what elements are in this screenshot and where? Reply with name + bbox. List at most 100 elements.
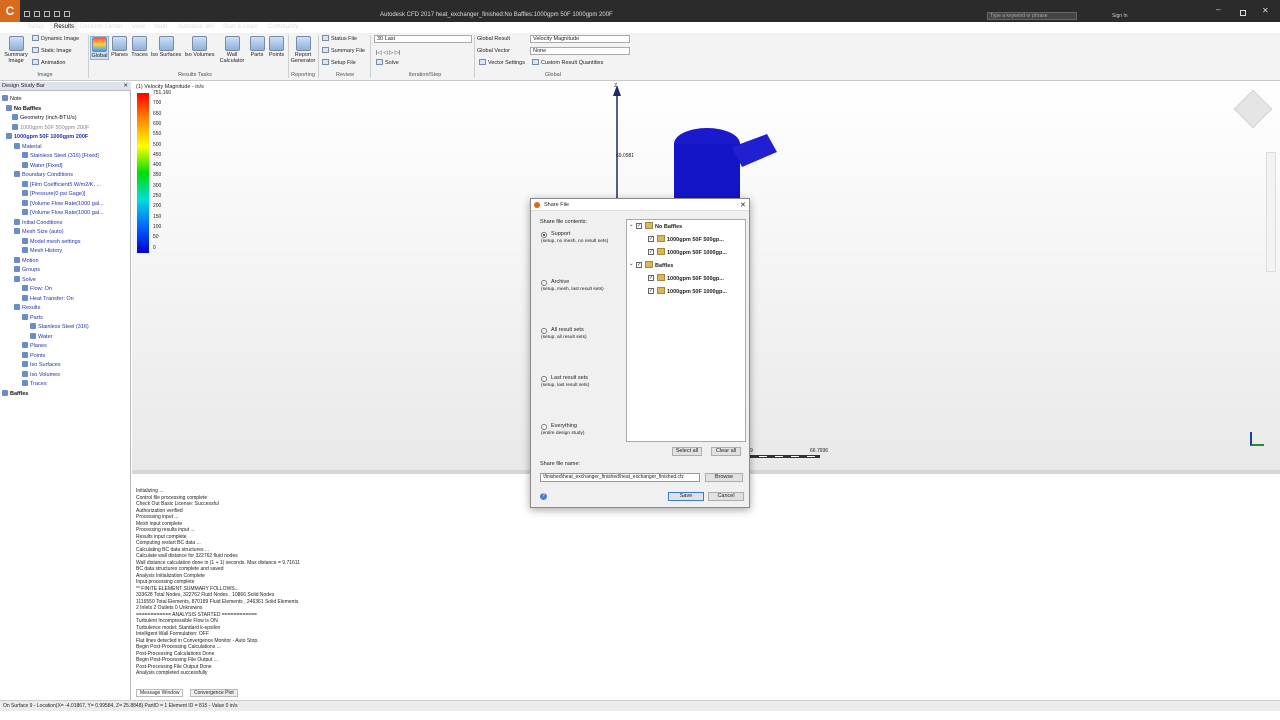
tab-autodesk-360[interactable]: Autodesk 360 [174,22,219,33]
tab-view[interactable]: View [128,22,149,33]
traces-button[interactable]: Traces [130,36,149,58]
tree-item[interactable]: Baffles [2,389,28,398]
global-vector-select[interactable]: None [530,47,630,55]
iso-surfaces-button[interactable]: Iso Surfaces [150,36,182,58]
tree-item[interactable]: Model mesh settings [22,237,80,246]
solve-button[interactable]: Solve [376,59,399,67]
tree-node[interactable]: 1000gpm 50F 500gp... [657,235,724,243]
tree-checkbox[interactable]: ✓ [648,249,654,255]
close-icon[interactable]: ✕ [740,201,746,209]
expand-icon[interactable]: ⌄ [629,261,634,267]
tab-setup[interactable]: Setup [24,22,48,33]
share-option-radio[interactable] [541,376,547,382]
clear-all-button[interactable]: Clear all [711,447,741,456]
tree-item[interactable]: Water [Fixed] [22,161,63,170]
tree-item[interactable]: Motion [14,256,39,265]
points-button[interactable]: Points [267,36,286,58]
tree-checkbox[interactable]: ✓ [636,262,642,268]
wall-calculator-button[interactable]: Wall Calculator [218,36,246,64]
iteration-select[interactable]: 30 Last [374,35,472,43]
tree-item[interactable]: [Volume Flow Rate(1000 gal... [22,209,104,217]
tree-item[interactable]: 1000gpm 50F 500gpm 200F [12,123,89,132]
browse-button[interactable]: Browse [705,473,743,482]
tree-item[interactable]: Heat Transfer: On [22,294,74,303]
tree-item[interactable]: Groups [14,266,40,274]
setup-file-button[interactable]: Setup File [322,59,356,67]
tree-checkbox[interactable]: ✓ [636,223,642,229]
iso-volumes-button[interactable]: Iso Volumes [183,36,216,58]
search-input[interactable]: Type a keyword or phrase [987,12,1077,20]
view-cube[interactable] [1233,89,1273,129]
tree-item[interactable]: No Baffles [6,104,41,113]
select-all-button[interactable]: Select all [672,447,702,456]
tree-item[interactable]: Stainless Steel (316) [30,323,89,331]
custom-result-quantities-button[interactable]: Custom Result Quantities [532,59,603,67]
tree-item[interactable]: Mesh Size (auto) [14,228,64,236]
parts-button[interactable]: Parts [248,36,266,58]
tree-item[interactable]: 1000gpm 50F 1000gpm 200F [6,133,88,141]
tree-item[interactable]: Iso Surfaces [22,361,61,369]
share-file-name-input[interactable]: \finished\heat_exchanger_finished\heat_e… [540,473,700,482]
help-icon[interactable]: ? [540,493,547,500]
vector-settings-button[interactable]: Vector Settings [479,59,525,67]
redo-icon[interactable] [64,11,70,17]
share-option-radio[interactable] [541,424,547,430]
static-image-button[interactable]: Static Image [32,47,72,55]
tree-checkbox[interactable]: ✓ [648,236,654,242]
tab-community[interactable]: Community [264,22,302,33]
undo-icon[interactable] [54,11,60,17]
share-option-label[interactable]: Archive [551,279,569,285]
share-option-radio[interactable] [541,280,547,286]
status-file-button[interactable]: Status File [322,35,357,43]
tree-item[interactable]: Iso Volumes [22,370,60,379]
tree-item[interactable]: Geometry (inch-BTU/s) [12,114,77,122]
expand-icon[interactable]: ⌄ [629,222,634,228]
tree-item[interactable]: Mesh History [22,247,62,255]
tree-node[interactable]: No Baffles [645,222,682,230]
cancel-button[interactable]: Cancel [708,492,744,501]
message-window-tab[interactable]: Message Window [136,689,184,697]
tree-item[interactable]: [Film Coefficient5 W/m2/K, ... [22,180,101,189]
share-option-radio[interactable] [541,328,547,334]
tree-item[interactable]: Stainless Steel (316) [Fixed] [22,152,99,160]
tree-node[interactable]: Baffles [645,261,673,269]
share-option-label[interactable]: Everything [551,423,577,429]
tab-results[interactable]: Results [50,22,79,33]
first-step-icon[interactable]: |◁ [376,50,382,56]
save-icon[interactable] [44,11,50,17]
global-result-select[interactable]: Velocity Magnitude [530,35,630,43]
tree-item[interactable]: Traces [22,380,47,388]
report-generator-button[interactable]: Report Generator [290,36,316,64]
share-option-label[interactable]: Support [551,231,570,237]
tree-item[interactable]: [Pressure(0 psi Gage)] [22,190,85,198]
tree-checkbox[interactable]: ✓ [648,275,654,281]
close-icon[interactable]: ✕ [123,82,128,91]
animation-button[interactable]: Animation [32,59,65,67]
planes-button[interactable]: Planes [110,36,129,58]
tree-item[interactable]: Flow: On [22,285,52,293]
tree-node[interactable]: 1000gpm 50F 500gp... [657,274,724,282]
app-logo-icon[interactable]: C [0,0,20,22]
tree-item[interactable]: Points [22,351,45,360]
tree-node[interactable]: 1000gpm 50F 1000gp... [657,287,727,295]
global-button[interactable]: Global [90,36,109,60]
tree-item[interactable]: [Volume Flow Rate(1000 gal... [22,199,104,208]
tree-item[interactable]: Initial Conditions [14,218,62,227]
tree-node[interactable]: 1000gpm 50F 1000gp... [657,248,727,256]
dynamic-image-button[interactable]: Dynamic Image [32,35,79,43]
tree-item[interactable]: Material [14,142,42,151]
tab-decision-center[interactable]: Decision Center [76,22,127,33]
last-step-icon[interactable]: ▷| [395,50,401,56]
tree-item[interactable]: Results [14,304,40,312]
open-icon[interactable] [34,11,40,17]
new-icon[interactable] [24,11,30,17]
tree-item[interactable]: Water [30,332,52,341]
close-window-button[interactable]: ✕ [1262,7,1272,15]
summary-file-button[interactable]: Summary File [322,47,365,55]
share-option-label[interactable]: All result sets [551,327,584,333]
tree-item[interactable]: Solve [14,275,36,284]
tree-item[interactable]: Parts [22,313,43,322]
share-option-radio[interactable] [541,232,547,238]
save-button[interactable]: Save [668,492,704,501]
tab-vault[interactable]: Vault [150,22,171,33]
